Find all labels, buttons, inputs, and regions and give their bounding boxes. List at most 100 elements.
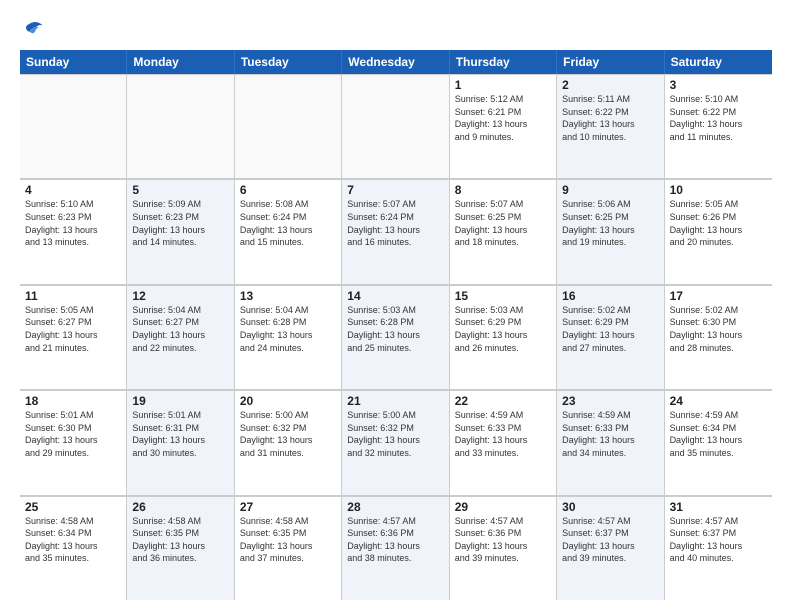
cell-info: Sunrise: 4:57 AMSunset: 6:36 PMDaylight:…: [455, 515, 551, 565]
header-day-thursday: Thursday: [450, 50, 557, 74]
cell-info: Sunrise: 5:08 AMSunset: 6:24 PMDaylight:…: [240, 198, 336, 248]
day-number: 17: [670, 289, 767, 303]
header-day-wednesday: Wednesday: [342, 50, 449, 74]
header-day-sunday: Sunday: [20, 50, 127, 74]
cell-info: Sunrise: 4:57 AMSunset: 6:36 PMDaylight:…: [347, 515, 443, 565]
day-number: 29: [455, 500, 551, 514]
day-number: 9: [562, 183, 658, 197]
header-day-tuesday: Tuesday: [235, 50, 342, 74]
calendar-cell: 6Sunrise: 5:08 AMSunset: 6:24 PMDaylight…: [235, 179, 342, 283]
header-day-monday: Monday: [127, 50, 234, 74]
day-number: 8: [455, 183, 551, 197]
calendar-cell: [20, 74, 127, 178]
cell-info: Sunrise: 4:59 AMSunset: 6:33 PMDaylight:…: [455, 409, 551, 459]
cell-info: Sunrise: 5:02 AMSunset: 6:30 PMDaylight:…: [670, 304, 767, 354]
cell-info: Sunrise: 5:02 AMSunset: 6:29 PMDaylight:…: [562, 304, 658, 354]
day-number: 2: [562, 78, 658, 92]
calendar: SundayMondayTuesdayWednesdayThursdayFrid…: [20, 50, 772, 600]
cell-info: Sunrise: 5:01 AMSunset: 6:30 PMDaylight:…: [25, 409, 121, 459]
calendar-cell: 9Sunrise: 5:06 AMSunset: 6:25 PMDaylight…: [557, 179, 664, 283]
calendar-week-1: 1Sunrise: 5:12 AMSunset: 6:21 PMDaylight…: [20, 74, 772, 179]
header: [20, 18, 772, 40]
day-number: 16: [562, 289, 658, 303]
day-number: 15: [455, 289, 551, 303]
calendar-week-4: 18Sunrise: 5:01 AMSunset: 6:30 PMDayligh…: [20, 390, 772, 495]
calendar-cell: 13Sunrise: 5:04 AMSunset: 6:28 PMDayligh…: [235, 285, 342, 389]
calendar-week-5: 25Sunrise: 4:58 AMSunset: 6:34 PMDayligh…: [20, 496, 772, 600]
calendar-cell: 31Sunrise: 4:57 AMSunset: 6:37 PMDayligh…: [665, 496, 772, 600]
cell-info: Sunrise: 5:03 AMSunset: 6:29 PMDaylight:…: [455, 304, 551, 354]
calendar-cell: 12Sunrise: 5:04 AMSunset: 6:27 PMDayligh…: [127, 285, 234, 389]
cell-info: Sunrise: 5:00 AMSunset: 6:32 PMDaylight:…: [240, 409, 336, 459]
day-number: 3: [670, 78, 767, 92]
cell-info: Sunrise: 4:58 AMSunset: 6:35 PMDaylight:…: [132, 515, 228, 565]
day-number: 22: [455, 394, 551, 408]
calendar-cell: 8Sunrise: 5:07 AMSunset: 6:25 PMDaylight…: [450, 179, 557, 283]
cell-info: Sunrise: 5:03 AMSunset: 6:28 PMDaylight:…: [347, 304, 443, 354]
calendar-cell: 28Sunrise: 4:57 AMSunset: 6:36 PMDayligh…: [342, 496, 449, 600]
day-number: 10: [670, 183, 767, 197]
day-number: 4: [25, 183, 121, 197]
calendar-cell: 23Sunrise: 4:59 AMSunset: 6:33 PMDayligh…: [557, 390, 664, 494]
calendar-cell: 22Sunrise: 4:59 AMSunset: 6:33 PMDayligh…: [450, 390, 557, 494]
calendar-cell: 21Sunrise: 5:00 AMSunset: 6:32 PMDayligh…: [342, 390, 449, 494]
cell-info: Sunrise: 4:57 AMSunset: 6:37 PMDaylight:…: [670, 515, 767, 565]
day-number: 27: [240, 500, 336, 514]
day-number: 1: [455, 78, 551, 92]
day-number: 12: [132, 289, 228, 303]
cell-info: Sunrise: 5:00 AMSunset: 6:32 PMDaylight:…: [347, 409, 443, 459]
calendar-cell: 10Sunrise: 5:05 AMSunset: 6:26 PMDayligh…: [665, 179, 772, 283]
day-number: 23: [562, 394, 658, 408]
header-day-saturday: Saturday: [665, 50, 772, 74]
day-number: 7: [347, 183, 443, 197]
cell-info: Sunrise: 5:06 AMSunset: 6:25 PMDaylight:…: [562, 198, 658, 248]
day-number: 19: [132, 394, 228, 408]
cell-info: Sunrise: 5:04 AMSunset: 6:27 PMDaylight:…: [132, 304, 228, 354]
calendar-cell: 17Sunrise: 5:02 AMSunset: 6:30 PMDayligh…: [665, 285, 772, 389]
cell-info: Sunrise: 4:59 AMSunset: 6:33 PMDaylight:…: [562, 409, 658, 459]
day-number: 5: [132, 183, 228, 197]
calendar-cell: [127, 74, 234, 178]
calendar-cell: [342, 74, 449, 178]
day-number: 18: [25, 394, 121, 408]
calendar-cell: 19Sunrise: 5:01 AMSunset: 6:31 PMDayligh…: [127, 390, 234, 494]
calendar-cell: 16Sunrise: 5:02 AMSunset: 6:29 PMDayligh…: [557, 285, 664, 389]
calendar-cell: 27Sunrise: 4:58 AMSunset: 6:35 PMDayligh…: [235, 496, 342, 600]
cell-info: Sunrise: 5:01 AMSunset: 6:31 PMDaylight:…: [132, 409, 228, 459]
logo: [20, 18, 44, 40]
day-number: 30: [562, 500, 658, 514]
calendar-cell: 30Sunrise: 4:57 AMSunset: 6:37 PMDayligh…: [557, 496, 664, 600]
day-number: 21: [347, 394, 443, 408]
calendar-cell: 1Sunrise: 5:12 AMSunset: 6:21 PMDaylight…: [450, 74, 557, 178]
cell-info: Sunrise: 5:04 AMSunset: 6:28 PMDaylight:…: [240, 304, 336, 354]
day-number: 20: [240, 394, 336, 408]
cell-info: Sunrise: 5:10 AMSunset: 6:23 PMDaylight:…: [25, 198, 121, 248]
cell-info: Sunrise: 5:05 AMSunset: 6:26 PMDaylight:…: [670, 198, 767, 248]
calendar-cell: 14Sunrise: 5:03 AMSunset: 6:28 PMDayligh…: [342, 285, 449, 389]
cell-info: Sunrise: 5:05 AMSunset: 6:27 PMDaylight:…: [25, 304, 121, 354]
cell-info: Sunrise: 5:09 AMSunset: 6:23 PMDaylight:…: [132, 198, 228, 248]
page: SundayMondayTuesdayWednesdayThursdayFrid…: [0, 0, 792, 612]
cell-info: Sunrise: 4:59 AMSunset: 6:34 PMDaylight:…: [670, 409, 767, 459]
day-number: 14: [347, 289, 443, 303]
calendar-cell: 24Sunrise: 4:59 AMSunset: 6:34 PMDayligh…: [665, 390, 772, 494]
calendar-week-2: 4Sunrise: 5:10 AMSunset: 6:23 PMDaylight…: [20, 179, 772, 284]
cell-info: Sunrise: 5:07 AMSunset: 6:25 PMDaylight:…: [455, 198, 551, 248]
calendar-cell: 25Sunrise: 4:58 AMSunset: 6:34 PMDayligh…: [20, 496, 127, 600]
calendar-cell: 4Sunrise: 5:10 AMSunset: 6:23 PMDaylight…: [20, 179, 127, 283]
day-number: 25: [25, 500, 121, 514]
calendar-cell: 7Sunrise: 5:07 AMSunset: 6:24 PMDaylight…: [342, 179, 449, 283]
header-day-friday: Friday: [557, 50, 664, 74]
calendar-cell: 26Sunrise: 4:58 AMSunset: 6:35 PMDayligh…: [127, 496, 234, 600]
day-number: 28: [347, 500, 443, 514]
calendar-cell: 20Sunrise: 5:00 AMSunset: 6:32 PMDayligh…: [235, 390, 342, 494]
cell-info: Sunrise: 4:57 AMSunset: 6:37 PMDaylight:…: [562, 515, 658, 565]
calendar-cell: 2Sunrise: 5:11 AMSunset: 6:22 PMDaylight…: [557, 74, 664, 178]
calendar-cell: 15Sunrise: 5:03 AMSunset: 6:29 PMDayligh…: [450, 285, 557, 389]
calendar-cell: 3Sunrise: 5:10 AMSunset: 6:22 PMDaylight…: [665, 74, 772, 178]
day-number: 24: [670, 394, 767, 408]
calendar-body: 1Sunrise: 5:12 AMSunset: 6:21 PMDaylight…: [20, 74, 772, 600]
calendar-header: SundayMondayTuesdayWednesdayThursdayFrid…: [20, 50, 772, 74]
logo-icon: [22, 18, 44, 40]
calendar-cell: 5Sunrise: 5:09 AMSunset: 6:23 PMDaylight…: [127, 179, 234, 283]
